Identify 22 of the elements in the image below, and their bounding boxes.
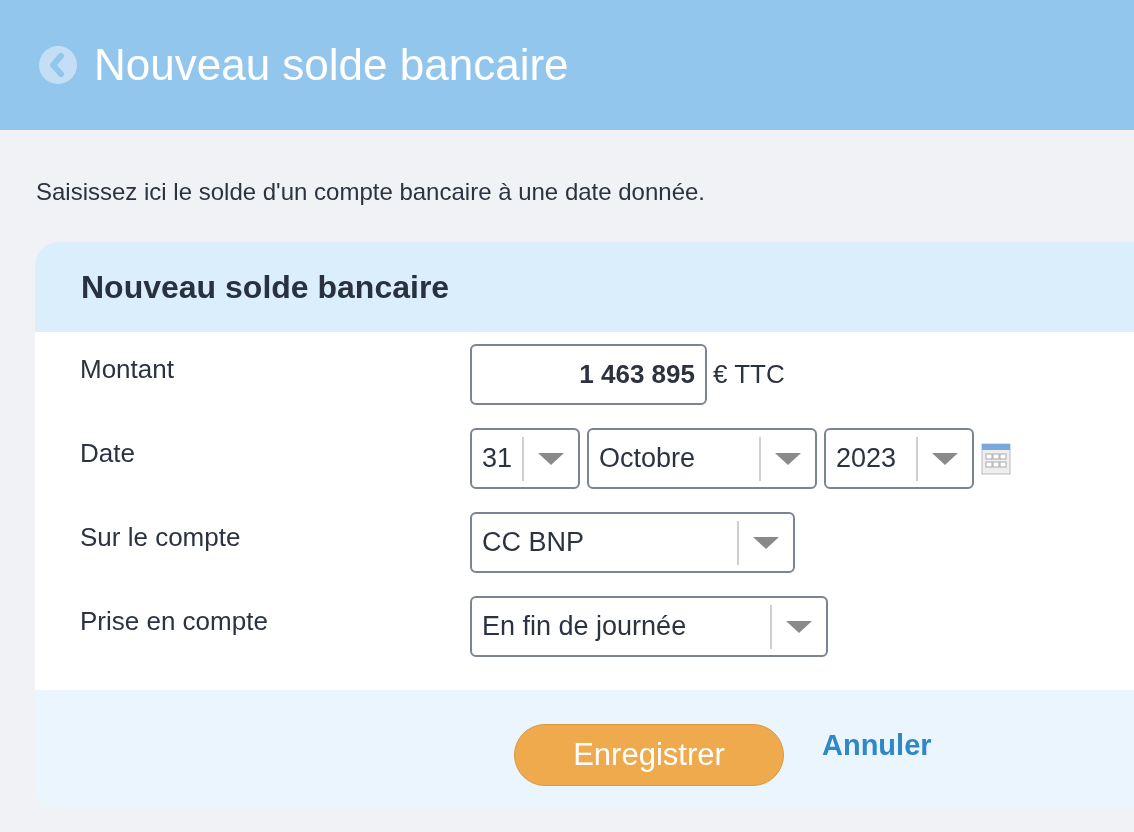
back-icon[interactable]: [38, 45, 78, 85]
intro-text: Saisissez ici le solde d'un compte bancaire à une date donnée.: [36, 177, 706, 207]
form-title: Nouveau solde bancaire: [81, 267, 450, 307]
calendar-icon[interactable]: [981, 442, 1011, 475]
field-label: Montant: [79, 353, 175, 386]
page-title: Nouveau solde bancaire: [94, 38, 569, 91]
dropdown-select[interactable]: CC BNP: [470, 512, 795, 573]
field-label: Prise en compte: [79, 605, 269, 638]
dropdown-arrow-icon: [538, 452, 564, 465]
year-select[interactable]: 2023: [824, 428, 974, 489]
field-label: Date: [79, 437, 136, 470]
day-select[interactable]: 31: [470, 428, 580, 489]
dropdown-arrow-icon: [786, 620, 812, 633]
dropdown-arrow-icon: [775, 452, 801, 465]
dropdown-select[interactable]: En fin de journée: [470, 596, 828, 657]
unit-label: € TTC: [713, 358, 785, 391]
field-label: Sur le compte: [79, 521, 242, 554]
cancel-link[interactable]: Annuler: [822, 724, 932, 768]
amount-field[interactable]: 1 463 895: [470, 344, 707, 405]
dropdown-arrow-icon: [753, 536, 779, 549]
month-select[interactable]: Octobre: [587, 428, 817, 489]
dropdown-arrow-icon: [932, 452, 958, 465]
